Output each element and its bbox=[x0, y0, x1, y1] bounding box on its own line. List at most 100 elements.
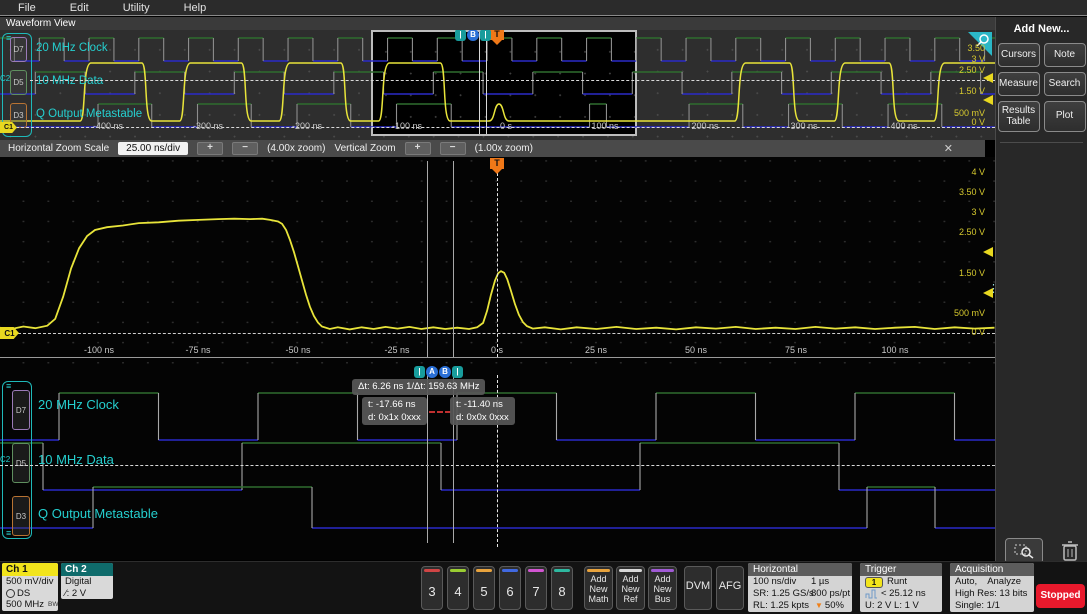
zoom-close-icon[interactable]: ✕ bbox=[944, 142, 953, 155]
horizontal-duration: 1 µs bbox=[811, 576, 830, 587]
menu-bar: File Edit Utility Help bbox=[0, 0, 1087, 16]
menu-file[interactable]: File bbox=[18, 2, 36, 14]
digital-waveform-panel[interactable]: ≡ ≡ C2 D7 D5 D3 20 MHz Clock 10 MHz Data… bbox=[0, 366, 995, 560]
cursor-a-line-digital[interactable] bbox=[427, 375, 428, 543]
d5-badge[interactable]: D5 bbox=[12, 443, 30, 483]
ch1-ground-line-zoom bbox=[18, 333, 995, 334]
h-zoom-scale-label: Horizontal Zoom Scale bbox=[8, 143, 110, 154]
group-grip-bottom[interactable]: ≡ bbox=[6, 529, 11, 538]
trigger-position-marker[interactable]: T bbox=[490, 30, 504, 45]
overview-x-tick: -200 ns bbox=[291, 121, 323, 131]
search-button[interactable]: Search bbox=[1043, 72, 1086, 96]
cursor-badges-overview[interactable]: | B | bbox=[455, 30, 491, 41]
d7-badge[interactable]: D7 bbox=[12, 390, 30, 430]
ch7-button[interactable]: 7 bbox=[525, 566, 547, 610]
cursor-b-badge[interactable]: B bbox=[439, 366, 451, 378]
cursor-b-data: d: 0x0x 0xxx bbox=[456, 412, 509, 423]
overview-x-tick: -300 ns bbox=[192, 121, 224, 131]
ch2-badge[interactable]: Ch 2 Digital ∕: 2 V bbox=[61, 563, 113, 599]
overview-x-tick: 0 s bbox=[499, 121, 513, 131]
afg-button[interactable]: AFG bbox=[716, 566, 744, 610]
acq-mode: Auto, bbox=[955, 576, 978, 587]
d5-badge[interactable]: D5 bbox=[10, 70, 27, 95]
zoom-x-tick: -25 ns bbox=[384, 345, 410, 355]
d7-badge[interactable]: D7 bbox=[10, 37, 27, 62]
overview-waveform-panel[interactable]: ≡ ≡ C2 D7 D5 D3 20 MHz Clock 10 MHz Data… bbox=[0, 30, 995, 140]
zoom-y-tick: 1.50 V bbox=[958, 268, 985, 278]
measure-button[interactable]: Measure bbox=[997, 72, 1040, 96]
add-new-math-button[interactable]: Add New Math bbox=[584, 566, 613, 610]
v-zoom-minus-button[interactable]: − bbox=[439, 142, 466, 155]
ch1-badge[interactable]: Ch 1 500 mV/div DS 500 MHz BW bbox=[2, 563, 58, 611]
ch1-bandwidth: 500 MHz bbox=[6, 599, 45, 610]
cursor-badges-digital[interactable]: | A B | bbox=[414, 366, 463, 378]
acquisition-panel[interactable]: Acquisition Auto, Analyze High Res: 13 bi… bbox=[950, 563, 1034, 612]
v-zoom-label: Vertical Zoom bbox=[334, 143, 396, 154]
zoom-x-tick: 100 ns bbox=[881, 345, 909, 355]
ch6-color-stripe bbox=[502, 569, 518, 572]
cursor-handle-icon[interactable]: | bbox=[455, 30, 466, 41]
overview-traces bbox=[0, 37, 995, 128]
bus-color-stripe bbox=[651, 569, 674, 572]
trigger-upper-level-arrow[interactable] bbox=[983, 73, 993, 83]
h-zoom-plus-button[interactable]: + bbox=[197, 142, 224, 155]
ch8-color-stripe bbox=[554, 569, 570, 572]
menu-utility[interactable]: Utility bbox=[123, 2, 150, 14]
h-zoom-scale-value[interactable]: 25.00 ns/div bbox=[118, 142, 189, 155]
horizontal-panel[interactable]: Horizontal 100 ns/div 1 µs SR: 1.25 GS/s 8… bbox=[748, 563, 852, 612]
acq-resolution: High Res: 13 bits bbox=[955, 588, 1028, 599]
v-zoom-plus-button[interactable]: + bbox=[404, 142, 431, 155]
trigger-upper-level-arrow-zoom[interactable] bbox=[983, 247, 993, 257]
cursor-b-badge[interactable]: B bbox=[467, 30, 479, 41]
stopped-button[interactable]: Stopped bbox=[1036, 584, 1085, 608]
ch4-button[interactable]: 4 bbox=[447, 566, 469, 610]
cursor-b-line-overview[interactable] bbox=[486, 32, 487, 134]
zoom-x-tick: 75 ns bbox=[784, 345, 808, 355]
trigger-condition: < 25.12 ns bbox=[881, 588, 926, 599]
trigger-marker-zoom[interactable]: T bbox=[490, 158, 504, 174]
h-zoom-minus-button[interactable]: − bbox=[232, 142, 259, 155]
horizontal-position-icon: ▼ bbox=[815, 601, 823, 610]
menu-help[interactable]: Help bbox=[184, 2, 207, 14]
cursor-a-time: t: -17.66 ns bbox=[368, 399, 416, 410]
ch3-button[interactable]: 3 bbox=[421, 566, 443, 610]
delta-t-readout: Δt: 6.26 ns 1/Δt: 159.63 MHz bbox=[352, 379, 486, 395]
panel-resize-handle[interactable]: ⋮ bbox=[988, 282, 999, 295]
zoom-x-tick: 25 ns bbox=[584, 345, 608, 355]
results-table-button[interactable]: Results Table bbox=[997, 101, 1040, 132]
group-grip-top[interactable]: ≡ bbox=[6, 382, 11, 391]
overview-y-tick: 3 V bbox=[971, 53, 985, 64]
add-new-bus-button[interactable]: Add New Bus bbox=[648, 566, 677, 610]
ch4-color-stripe bbox=[450, 569, 466, 572]
zoom-x-tick: 50 ns bbox=[684, 345, 708, 355]
cursor-handle-icon[interactable]: | bbox=[414, 366, 425, 378]
overview-y-tick: 0 V bbox=[971, 117, 985, 127]
ch2-group-tag: C2 bbox=[0, 455, 11, 464]
menu-edit[interactable]: Edit bbox=[70, 2, 89, 14]
cursor-a-line-zoom[interactable] bbox=[427, 161, 428, 357]
plot-button[interactable]: Plot bbox=[1043, 101, 1086, 132]
cursor-handle-icon[interactable]: | bbox=[480, 30, 491, 41]
ch5-button[interactable]: 5 bbox=[473, 566, 495, 610]
trigger-lower-level-arrow[interactable] bbox=[983, 95, 993, 105]
zoom-y-tick: 3 V bbox=[971, 207, 985, 217]
dvm-button[interactable]: DVM bbox=[684, 566, 712, 610]
cursor-a-badge[interactable]: A bbox=[426, 366, 438, 378]
cursor-b-line-zoom[interactable] bbox=[453, 161, 454, 357]
d3-badge[interactable]: D3 bbox=[12, 496, 30, 536]
trigger-panel[interactable]: Trigger 1 Runt < 25.12 ns U: 2 V L: 1 V bbox=[860, 563, 942, 612]
cursor-a-line-overview[interactable] bbox=[479, 32, 480, 134]
ch3-color-stripe bbox=[424, 569, 440, 572]
zoom-waveform-panel[interactable]: C1 T -100 ns -75 ns -50 ns -25 ns 0 s 25 ns 50… bbox=[0, 157, 995, 375]
ch8-button[interactable]: 8 bbox=[551, 566, 573, 610]
cursors-button[interactable]: Cursors bbox=[997, 43, 1040, 67]
overview-x-tick: 400 ns bbox=[890, 121, 918, 131]
ch6-button[interactable]: 6 bbox=[499, 566, 521, 610]
cursor-b-readout: t: -11.40 ns d: 0x0x 0xxx bbox=[450, 397, 515, 425]
horizontal-scale: 100 ns/div bbox=[753, 576, 797, 587]
acq-single: Single: 1/1 bbox=[955, 600, 1000, 611]
cursor-handle-icon[interactable]: | bbox=[452, 366, 463, 378]
note-button[interactable]: Note bbox=[1043, 43, 1086, 67]
add-new-ref-button[interactable]: Add New Ref bbox=[616, 566, 645, 610]
trash-icon[interactable] bbox=[1061, 540, 1079, 562]
